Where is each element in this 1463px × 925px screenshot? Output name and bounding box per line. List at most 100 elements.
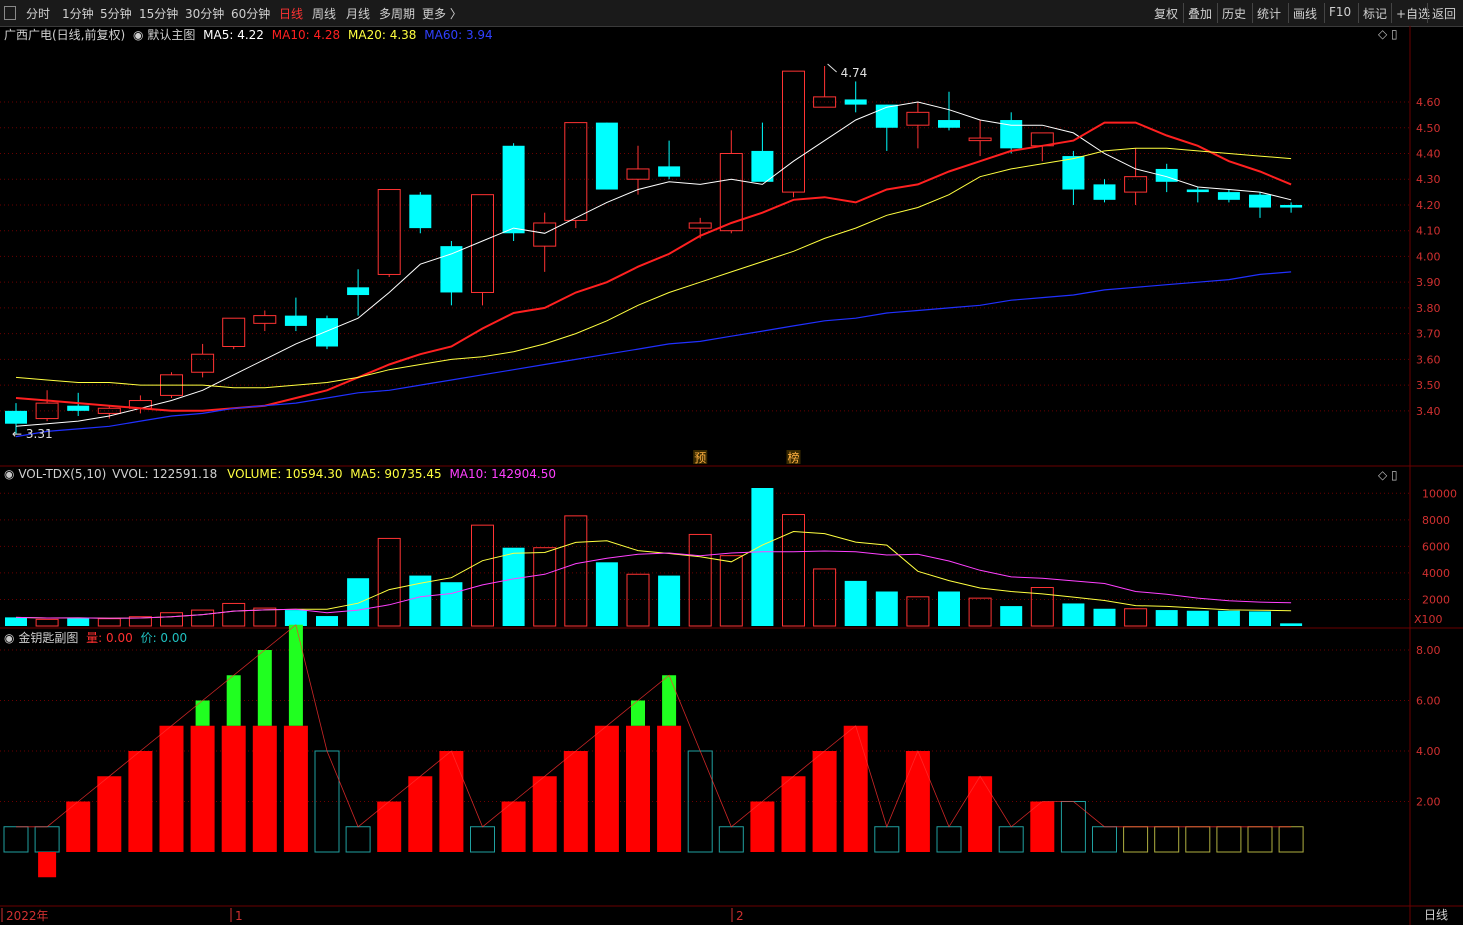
candle <box>751 150 774 182</box>
volume-readout: VOLUME: 10594.30 <box>227 467 343 481</box>
candle <box>875 104 898 128</box>
key-bar <box>905 751 930 852</box>
vol-panel-controls[interactable]: ◇ ▯ <box>1378 468 1398 482</box>
volume-bar <box>316 616 338 626</box>
period-tab-0[interactable]: 分时 <box>26 5 50 22</box>
period-tab-3[interactable]: 15分钟 <box>139 5 178 22</box>
key-bar <box>563 751 588 852</box>
period-tab-2[interactable]: 5分钟 <box>100 5 132 22</box>
period-tab-8[interactable]: 月线 <box>346 5 370 22</box>
vol-settings-icon[interactable]: ◉ <box>4 467 14 481</box>
period-tab-1[interactable]: 1分钟 <box>62 5 94 22</box>
x100-label: X100 <box>1414 613 1443 626</box>
toolbar-separator <box>1252 3 1253 23</box>
key-bar <box>252 725 277 852</box>
period-tab-9[interactable]: 多周期 <box>379 5 415 22</box>
key-bar-outline <box>345 826 371 853</box>
volume-bar <box>968 597 992 627</box>
price-tick-label: 3.90 <box>1416 276 1441 289</box>
period-label: 日线 <box>1424 908 1448 922</box>
ma-line-ma5 <box>15 101 1292 427</box>
volume-tick-label: 4000 <box>1422 567 1450 580</box>
key-bar <box>97 776 122 852</box>
candle <box>782 70 805 193</box>
sub-settings-icon[interactable]: ◉ <box>4 631 14 645</box>
candle <box>222 317 246 348</box>
sub-tick-label: 4.00 <box>1416 745 1441 758</box>
period-tab-7[interactable]: 周线 <box>312 5 336 22</box>
price-tick-label: 4.50 <box>1416 122 1441 135</box>
candle <box>5 410 27 424</box>
date-label: 2022年 <box>6 909 49 923</box>
volume-ma-line-ma5 <box>15 530 1292 619</box>
volume-bar <box>1093 608 1116 626</box>
price-tick-label: 4.60 <box>1416 96 1441 109</box>
candle <box>1217 192 1240 200</box>
tool-button-7[interactable]: +自选 <box>1396 5 1430 22</box>
sub-tick-label: 2.00 <box>1416 796 1441 809</box>
volume-bar <box>626 573 650 627</box>
volume-tick-label: 8000 <box>1422 514 1450 527</box>
key-bar <box>221 725 246 852</box>
candle <box>409 194 432 229</box>
toolbar-separator <box>1217 3 1218 23</box>
tool-button-3[interactable]: 统计 <box>1257 5 1281 22</box>
vol-ma5-readout: MA5: 90735.45 <box>350 467 442 481</box>
candle <box>626 168 650 180</box>
candle <box>564 122 588 221</box>
tool-button-8[interactable]: 返回 <box>1432 5 1456 22</box>
key-bar <box>501 801 526 852</box>
candle <box>906 111 930 126</box>
tool-button-0[interactable]: 复权 <box>1154 5 1178 22</box>
key-bar <box>283 725 308 852</box>
candle <box>35 402 59 420</box>
max-price-label: 4.74 <box>841 66 868 80</box>
price-tick-label: 3.60 <box>1416 353 1441 366</box>
key-bar <box>439 751 464 852</box>
key-signal-bar <box>226 675 241 726</box>
template-button[interactable]: ◉ 默认主图 <box>133 28 195 42</box>
tool-button-6[interactable]: 标记 <box>1363 5 1387 22</box>
toolbar-separator <box>1183 3 1184 23</box>
tool-button-4[interactable]: 画线 <box>1293 5 1317 22</box>
toolbar-separator <box>1324 3 1325 23</box>
volume-bar <box>97 618 121 627</box>
candle <box>253 315 277 324</box>
vol-ma10-readout: MA10: 142904.50 <box>449 467 557 481</box>
period-tab-6[interactable]: 日线 <box>279 5 303 22</box>
period-tab-5[interactable]: 60分钟 <box>231 5 270 22</box>
panel-toggle-icon[interactable] <box>4 6 16 20</box>
volume-bar <box>502 547 525 626</box>
vol-header: ◉ VOL-TDX(5,10) VVOL: 122591.18 VOLUME: … <box>4 467 556 481</box>
period-tab-4[interactable]: 30分钟 <box>185 5 224 22</box>
volume-bar <box>1280 623 1303 626</box>
volume-tick-label: 6000 <box>1422 540 1450 553</box>
key-bar <box>812 751 837 852</box>
candle <box>1249 194 1271 208</box>
tool-button-1[interactable]: 叠加 <box>1188 5 1212 22</box>
candle <box>377 189 401 275</box>
volume-bar <box>688 533 712 627</box>
volume-bar <box>564 515 588 627</box>
candle <box>844 99 867 105</box>
key-bar <box>750 801 775 852</box>
tool-button-2[interactable]: 历史 <box>1222 5 1246 22</box>
key-bar-outline <box>314 750 340 853</box>
ma-line-ma20 <box>15 147 1292 389</box>
volume-bar <box>1186 610 1209 626</box>
price-tick-label: 4.10 <box>1416 225 1441 238</box>
volume-bar <box>440 582 463 626</box>
candle <box>440 246 463 293</box>
key-bar <box>159 725 184 852</box>
volume-bar <box>67 618 90 626</box>
date-label: 1 <box>235 909 243 923</box>
tool-button-5[interactable]: F10 <box>1329 5 1351 19</box>
price-tick-label: 3.80 <box>1416 302 1441 315</box>
max-price-pointer <box>827 63 837 73</box>
volume-bar <box>1217 610 1240 626</box>
period-tab-10[interactable]: 更多 〉 <box>422 5 462 22</box>
key-bar-outline <box>998 826 1024 853</box>
main-panel-controls[interactable]: ◇ ▯ <box>1378 27 1398 41</box>
candle <box>191 353 215 373</box>
volume-bar <box>1155 610 1178 626</box>
